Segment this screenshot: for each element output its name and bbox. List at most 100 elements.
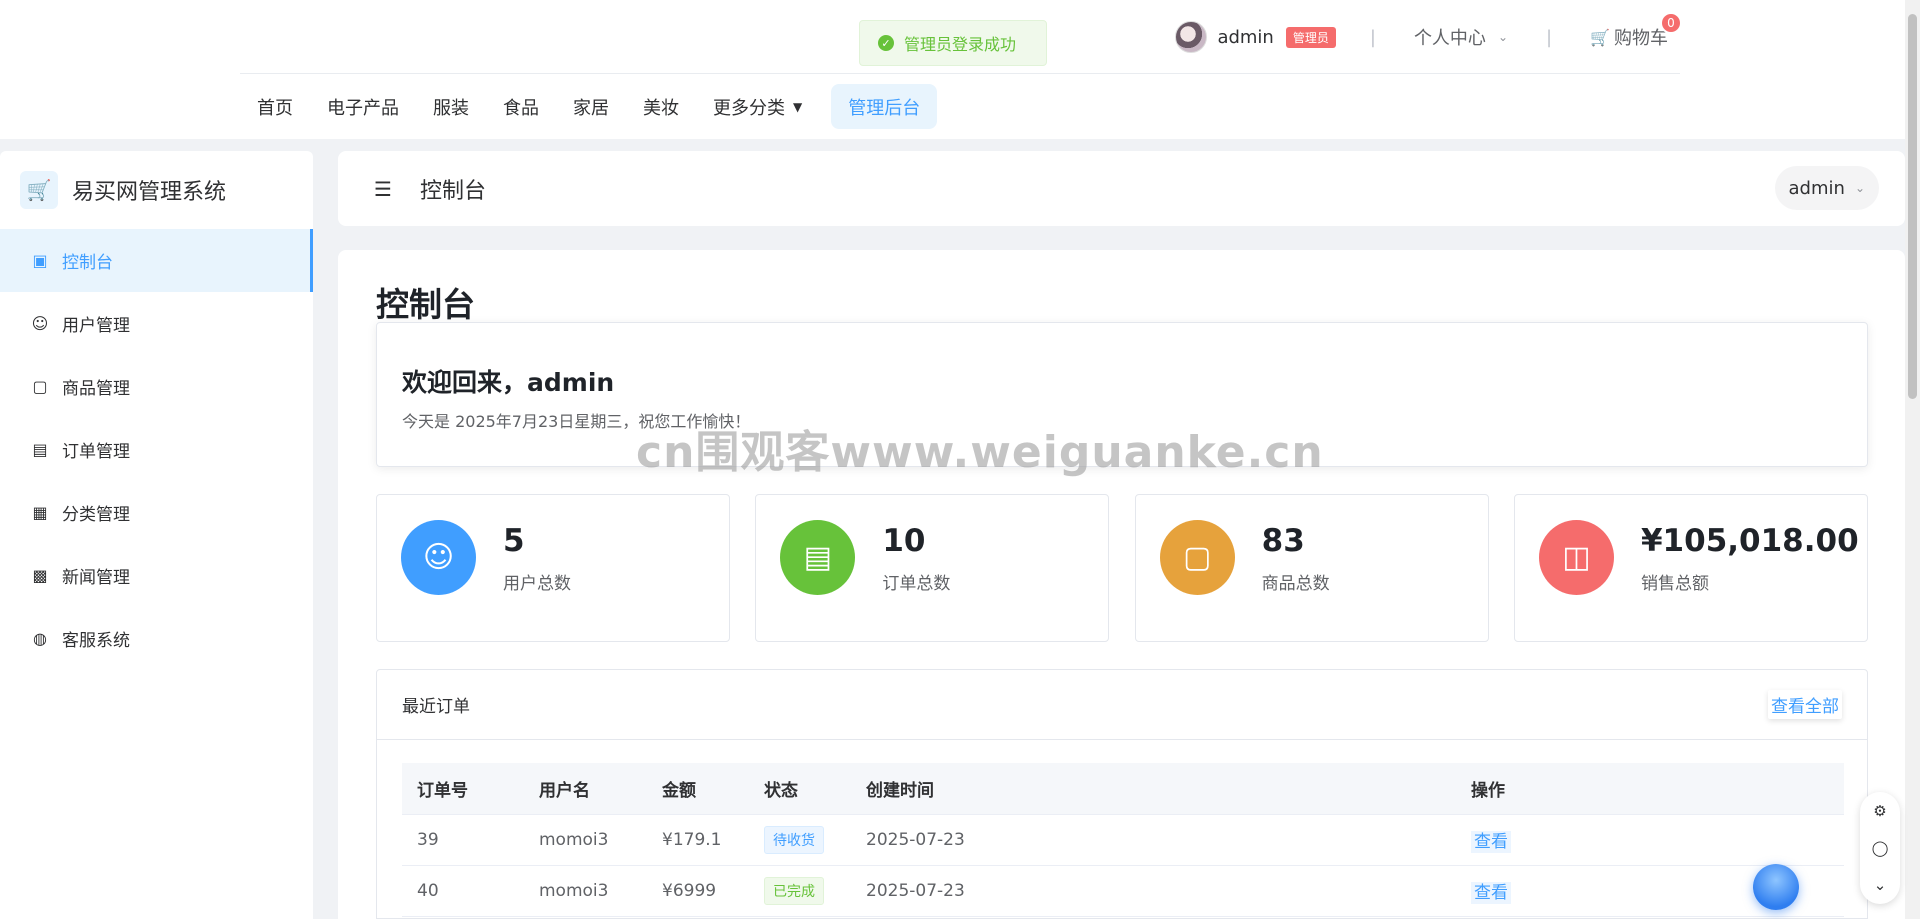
orders-table: 订单号 用户名 金额 状态 创建时间 操作 39 momoi3 ¥179.1 待… [402,763,1844,917]
nav-food[interactable]: 食品 [486,84,556,129]
recent-orders-title: 最近订单 [402,697,470,717]
sidebar-item-customer-service[interactable]: ◍ 客服系统 [0,607,313,670]
user-bar: admin 管理员 | 个人中心 ⌄ | 🛒 购物车 0 [1175,12,1682,60]
nav-home-goods[interactable]: 家居 [556,84,626,129]
shopping-bag-icon: ▢ [1159,520,1235,595]
page-title: 控制台 [376,285,475,324]
document-icon: ▩ [32,566,48,585]
column-header[interactable]: 金额 [647,763,749,815]
money-icon: ◫ [1538,520,1614,595]
admin-dropdown-label: admin [1788,177,1845,199]
username[interactable]: admin [1217,27,1273,48]
chat-icon[interactable]: ◯ [1872,839,1889,857]
nav-beauty[interactable]: 美妆 [626,84,696,129]
column-header[interactable]: 订单号 [402,763,524,815]
admin-user-dropdown[interactable]: admin ⌄ [1774,166,1879,210]
chevron-down-icon: ⌄ [1497,30,1508,44]
separator: | [1546,26,1553,48]
user-icon: ☺ [31,314,49,333]
content-header: ☰ 控制台 admin ⌄ [338,151,1905,226]
stats-row: ☺ 5 用户总数 ▤ 10 订单总数 ▢ 83 商品总数 ◫ ¥105,018.… [376,494,1868,642]
column-header[interactable]: 创建时间 [851,763,1456,815]
breadcrumb-title: 控制台 [419,178,486,204]
gear-icon[interactable]: ⚙ [1873,802,1886,820]
stat-card-sales: ◫ ¥105,018.00 销售总额 [1513,494,1868,642]
order-amount: ¥179.1 [647,814,749,866]
sidebar-item-news[interactable]: ▩ 新闻管理 [0,544,313,607]
sidebar-item-label: 订单管理 [62,442,130,462]
nav-home[interactable]: 首页 [240,84,310,129]
stat-card-products: ▢ 83 商品总数 [1134,494,1489,642]
user-icon: ☺ [401,520,476,595]
separator: | [1369,26,1376,48]
sidebar-item-products[interactable]: ▢ 商品管理 [0,355,313,418]
view-order-button[interactable]: 查看 [1471,831,1511,853]
sidebar-item-orders[interactable]: ▤ 订单管理 [0,418,313,481]
clipboard-icon: ▤ [780,520,856,595]
cart-count-badge: 0 [1660,12,1682,34]
floating-assistant-button[interactable] [1753,864,1799,910]
recent-orders-card: 最近订单 查看全部 订单号 用户名 金额 状态 创建时间 操作 39 momoi… [376,669,1868,919]
column-header: 操作 [1456,763,1844,815]
sidebar-item-users[interactable]: ☺ 用户管理 [0,292,313,355]
scrollbar-thumb[interactable] [1908,14,1917,399]
sidebar-item-categories[interactable]: ▦ 分类管理 [0,481,313,544]
order-user: momoi3 [524,865,647,917]
table-row: 39 momoi3 ¥179.1 待收货 2025-07-23 查看 [402,814,1844,866]
column-header[interactable]: 用户名 [524,763,647,815]
order-user: momoi3 [524,814,647,866]
stat-label: 订单总数 [882,574,951,594]
stat-value: 83 [1261,523,1305,559]
sidebar-item-label: 控制台 [62,253,113,273]
brand-title: 易买网管理系统 [72,180,227,205]
menu-fold-icon[interactable]: ☰ [374,177,392,201]
cart-icon: 🛒 [1590,27,1610,47]
sidebar-item-dashboard[interactable]: ▣ 控制台 [0,229,313,292]
header-divider [240,73,1680,74]
welcome-title: 欢迎回来，admin [402,368,615,397]
avatar[interactable] [1175,21,1208,53]
stat-card-users: ☺ 5 用户总数 [376,494,730,642]
nav-electronics[interactable]: 电子产品 [310,84,416,129]
caret-down-icon: ▼ [793,99,803,114]
status-badge: 已完成 [764,876,824,905]
nav-more-categories[interactable]: 更多分类 ▼ [696,84,819,129]
nav-admin[interactable]: 管理后台 [831,84,938,129]
dashboard-icon: ▣ [32,251,48,270]
shopping-bag-icon: ▢ [32,377,48,396]
order-id: 40 [402,865,524,917]
chevron-down-icon: ⌄ [1854,181,1865,195]
table-header-row: 订单号 用户名 金额 状态 创建时间 操作 [402,763,1844,815]
brand[interactable]: 🛒 易买网管理系统 [0,151,313,229]
sidebar: 🛒 易买网管理系统 ▣ 控制台 ☺ 用户管理 ▢ 商品管理 ▤ 订单管理 ▦ 分… [0,151,313,919]
sidebar-item-label: 用户管理 [62,316,130,336]
stat-value: ¥105,018.00 [1640,523,1859,559]
personal-center-label: 个人中心 [1413,28,1486,49]
sidebar-item-label: 客服系统 [62,631,130,651]
main-nav: 首页 电子产品 服装 食品 家居 美妆 更多分类 ▼ 管理后台 [240,84,938,129]
stat-label: 商品总数 [1261,574,1330,594]
cart-link[interactable]: 🛒 购物车 0 [1590,12,1682,50]
grid-icon: ▦ [32,503,48,522]
floating-toolbar: ⚙ ◯ ⌄ [1860,792,1900,904]
stat-value: 5 [503,523,525,559]
success-toast: ✓ 管理员登录成功 [859,20,1047,66]
view-order-button[interactable]: 查看 [1471,882,1511,904]
recent-orders-header: 最近订单 查看全部 [377,670,1867,740]
chat-icon: ◍ [33,629,47,648]
personal-center-dropdown[interactable]: 个人中心 ⌄ [1414,24,1508,50]
order-id: 39 [402,814,524,866]
sidebar-item-label: 商品管理 [62,379,130,399]
view-all-button[interactable]: 查看全部 [1768,690,1842,719]
sidebar-item-label: 分类管理 [62,505,130,525]
watermark: cn围观客www.weiguanke.cn [636,427,1324,478]
column-header[interactable]: 状态 [749,763,851,815]
stat-card-orders: ▤ 10 订单总数 [755,494,1110,642]
chevron-down-icon[interactable]: ⌄ [1874,876,1887,894]
nav-clothing[interactable]: 服装 [416,84,486,129]
table-row: 40 momoi3 ¥6999 已完成 2025-07-23 查看 [402,865,1844,917]
stat-label: 用户总数 [503,574,571,594]
stat-label: 销售总额 [1640,574,1709,594]
order-status-cell: 已完成 [749,865,851,917]
scrollbar[interactable] [1905,0,1920,919]
